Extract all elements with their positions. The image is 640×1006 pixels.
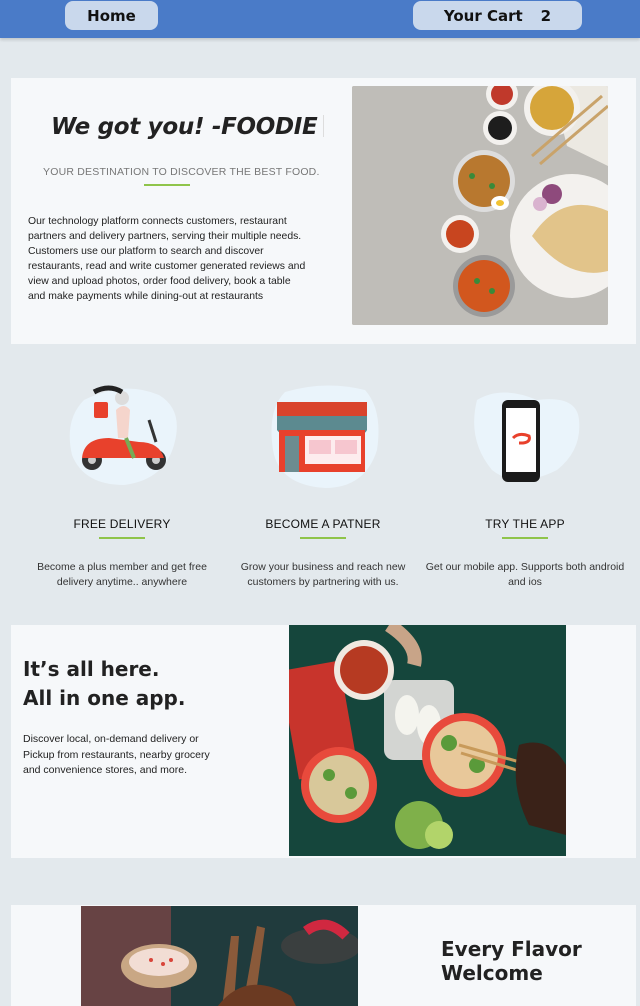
- feature-text-try-app: Get our mobile app. Supports both androi…: [425, 561, 625, 588]
- feature-text-free-delivery: Become a plus member and get free delive…: [37, 561, 207, 588]
- all-in-one-section: It’s all here. All in one app. Discover …: [11, 625, 636, 858]
- app-title-line1: It’s all here.: [23, 657, 160, 681]
- home-button[interactable]: Home: [65, 1, 158, 30]
- lamb-chops-photo: [81, 906, 358, 1006]
- flavor-title-line1: Every Flavor: [441, 937, 582, 961]
- app-section-text: Discover local, on-demand delivery or Pi…: [23, 733, 210, 776]
- typing-cursor: [323, 115, 325, 137]
- hero-divider: [144, 184, 190, 186]
- feature-title-try-app: TRY THE APP: [485, 517, 565, 531]
- hero-description: Our technology platform connects custome…: [28, 216, 306, 302]
- feature-divider: [300, 537, 346, 539]
- hero-subtitle: YOUR DESTINATION TO DISCOVER THE BEST FO…: [43, 166, 320, 178]
- app-section-title: It’s all here. All in one app.: [23, 655, 185, 713]
- feature-divider: [502, 537, 548, 539]
- scooter-delivery-icon: [64, 380, 184, 490]
- hero-section: We got you! -FOODIE YOUR DESTINATION TO …: [11, 78, 636, 344]
- noodle-bowls-photo: [289, 625, 566, 856]
- feature-title-become-partner: BECOME A PATNER: [265, 517, 381, 531]
- hero-title: We got you! -FOODIE: [51, 114, 325, 140]
- home-button-label: Home: [87, 6, 136, 25]
- cart-button-label: Your Cart: [443, 6, 523, 25]
- every-flavor-section: Every Flavor Welcome: [11, 905, 636, 1006]
- app-title-line2: All in one app.: [23, 686, 186, 710]
- top-navbar: Home Your Cart 2: [0, 0, 640, 38]
- storefront-icon: [265, 380, 385, 490]
- food-spread-photo: [352, 86, 608, 325]
- feature-text-become-partner: Grow your business and reach new custome…: [240, 561, 406, 588]
- mobile-app-icon: [467, 380, 587, 490]
- hero-title-text: We got you! -FOODIE: [51, 114, 318, 140]
- flavor-title: Every Flavor Welcome: [441, 937, 582, 985]
- cart-count: 2: [540, 6, 552, 25]
- feature-divider: [99, 537, 145, 539]
- feature-title-free-delivery: FREE DELIVERY: [73, 517, 171, 531]
- cart-button[interactable]: Your Cart 2: [413, 1, 582, 30]
- flavor-title-line2: Welcome: [441, 961, 543, 985]
